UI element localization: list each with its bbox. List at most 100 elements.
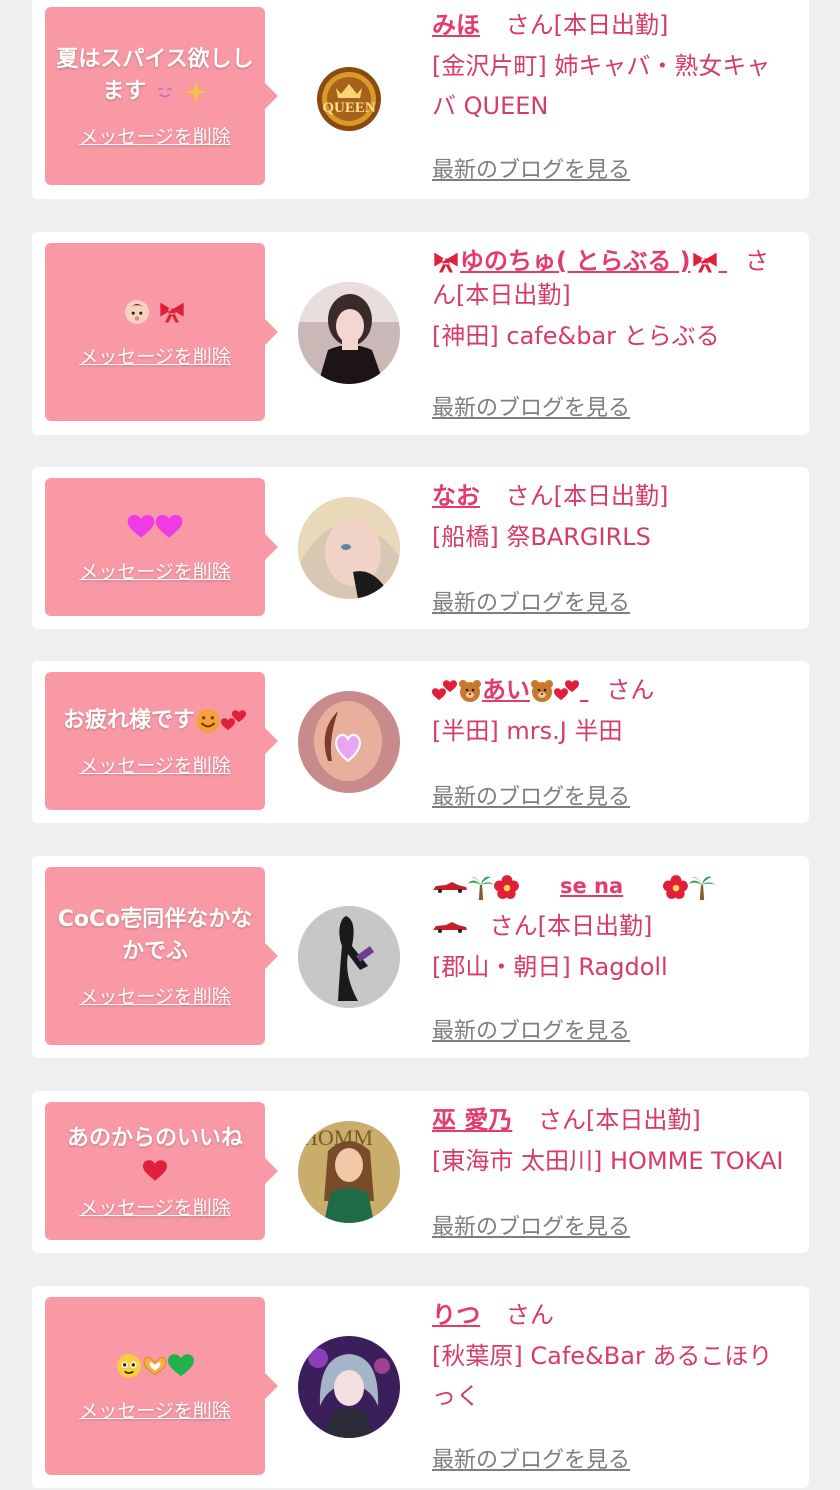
cast-name-line: さん[本日出勤] <box>432 909 792 943</box>
cast-info: se na さん[本日出勤] [郡山・朝日] Ragdoll <box>432 868 792 987</box>
queen-logo-icon: QUEEN <box>317 67 381 131</box>
status-label: [本日出勤] <box>553 11 669 39</box>
shop-info: [郡山・朝日] Ragdoll <box>432 947 792 987</box>
cast-info: あい さん [半田] mrs.J 半田 <box>432 673 792 751</box>
avatar-photo <box>298 497 400 599</box>
status-label: [本日出勤] <box>456 281 571 309</box>
blog-link[interactable]: 最新のブログを見る <box>432 1013 630 1045</box>
delete-message-link[interactable]: メッセージを削除 <box>79 1396 231 1423</box>
hibiscus-icon <box>663 874 689 900</box>
area-label: [郡山・朝日] <box>432 953 571 981</box>
list-item: 夏はスパイス欲しします メッセージを削除 QUEEN みほ さん[本日出勤] [… <box>32 0 809 199</box>
blog-link[interactable]: 最新のブログを見る <box>432 1442 630 1474</box>
avatar-photo <box>298 906 400 1008</box>
avatar-photo: HOMM <box>298 1121 400 1223</box>
cast-name-link[interactable]: se na <box>432 874 715 898</box>
san-label: さん <box>505 11 554 39</box>
shop-name: 祭BARGIRLS <box>506 523 651 551</box>
cast-info: なお さん[本日出勤] [船橋] 祭BARGIRLS <box>432 479 792 557</box>
area-label: [神田] <box>432 322 499 350</box>
cast-info: 巫 愛乃 さん[本日出勤] [東海市 太田川] HOMME TOKAI <box>432 1103 792 1181</box>
avatar-photo <box>298 282 400 384</box>
ribbon-icon <box>432 250 460 274</box>
delete-message-link[interactable]: メッセージを削除 <box>79 751 231 778</box>
shop-info: [船橋] 祭BARGIRLS <box>432 517 792 557</box>
cast-name-line: se na <box>432 868 792 903</box>
blog-link[interactable]: 最新のブログを見る <box>432 585 630 617</box>
cast-name-line: あい さん <box>432 673 792 707</box>
racecar-icon <box>432 921 468 933</box>
san-label: さん <box>505 1301 554 1329</box>
blog-link[interactable]: 最新のブログを見る <box>432 390 630 422</box>
blog-link[interactable]: 最新のブログを見る <box>432 152 630 184</box>
racecar-icon <box>432 881 468 893</box>
holding-back-tears-emoji-icon <box>116 1353 142 1379</box>
two-hearts-icon <box>221 709 246 730</box>
list-item: CoCo壱同伴なかなかでふ メッセージを削除 se na さん[本日出勤] [郡… <box>32 856 809 1058</box>
ribbon-icon <box>691 250 719 274</box>
two-hearts-icon <box>554 680 579 701</box>
delete-message-link[interactable]: メッセージを削除 <box>79 1193 231 1220</box>
avatar[interactable] <box>298 497 400 599</box>
sparkle-icon <box>184 80 208 104</box>
smile-emoji-icon <box>195 708 221 734</box>
blog-link[interactable]: 最新のブログを見る <box>432 1209 630 1241</box>
message-bubble: あのからのいいね メッセージを削除 <box>45 1102 278 1240</box>
list-item: メッセージを削除 ゆのちゅ( とらぶる ) さん[本日出勤] [神田] cafe… <box>32 232 809 435</box>
message-text <box>116 1350 194 1382</box>
cast-info: ゆのちゅ( とらぶる ) さん[本日出勤] [神田] cafe&bar とらぶる <box>432 244 792 356</box>
message-text <box>124 296 186 328</box>
cast-info: りつ さん [秋葉原] Cafe&Bar あるこほりっく <box>432 1298 792 1416</box>
heart-hands-icon <box>142 1353 168 1379</box>
bear-icon <box>458 679 482 703</box>
message-text <box>127 511 183 543</box>
cast-name-link[interactable]: みほ <box>432 11 480 39</box>
cast-name-link[interactable]: あい <box>432 676 588 704</box>
palm-tree-icon <box>689 874 715 900</box>
two-hearts-icon <box>432 680 457 701</box>
avatar[interactable] <box>298 906 400 1008</box>
list-item: メッセージを削除 なお さん[本日出勤] [船橋] 祭BARGIRLS 最新のブ… <box>32 467 809 629</box>
cast-name-link[interactable]: りつ <box>432 1301 480 1329</box>
message-bubble: メッセージを削除 <box>45 1297 278 1475</box>
delete-message-link[interactable]: メッセージを削除 <box>79 557 231 584</box>
green-heart-icon <box>168 1354 194 1378</box>
message-text: CoCo壱同伴なかなかでふ <box>57 906 253 964</box>
heart-icon <box>155 515 183 539</box>
delete-message-link[interactable]: メッセージを削除 <box>79 122 231 149</box>
message-bubble: メッセージを削除 <box>45 478 278 616</box>
cast-name-line: ゆのちゅ( とらぶる ) さん[本日出勤] <box>432 244 792 312</box>
avatar[interactable] <box>298 1336 400 1438</box>
shop-info: [東海市 太田川] HOMME TOKAI <box>432 1141 832 1181</box>
status-label: [本日出勤] <box>586 1106 701 1134</box>
avatar-photo <box>298 1336 400 1438</box>
cast-name-link[interactable]: なお <box>432 482 480 510</box>
heart-icon <box>143 1160 167 1182</box>
cast-name-link[interactable]: 巫 愛乃 <box>432 1106 512 1134</box>
cast-name-line: 巫 愛乃 さん[本日出勤] <box>432 1103 792 1137</box>
list-item: あのからのいいね メッセージを削除 HOMM 巫 愛乃 さん[本日出勤] [東海… <box>32 1091 809 1253</box>
ribbon-icon <box>158 300 186 324</box>
avatar[interactable]: QUEEN <box>298 48 400 150</box>
avatar[interactable] <box>298 691 400 793</box>
message-bubble: CoCo壱同伴なかなかでふ メッセージを削除 <box>45 867 278 1045</box>
shop-name: mrs.J 半田 <box>506 717 623 745</box>
cast-name-line: なお さん[本日出勤] <box>432 479 792 513</box>
status-label: [本日出勤] <box>553 482 669 510</box>
blog-link[interactable]: 最新のブログを見る <box>432 779 630 811</box>
shop-info: [神田] cafe&bar とらぶる <box>432 316 792 356</box>
hibiscus-icon <box>494 874 520 900</box>
palm-tree-icon <box>468 874 494 900</box>
baby-emoji-icon <box>124 299 150 325</box>
cast-name-link[interactable]: ゆのちゅ( とらぶる ) <box>432 247 727 275</box>
avatar[interactable] <box>298 282 400 384</box>
message-bubble: 夏はスパイス欲しします メッセージを削除 <box>45 7 278 185</box>
delete-message-link[interactable]: メッセージを削除 <box>79 982 231 1009</box>
shop-name: HOMME TOKAI <box>610 1147 784 1175</box>
avatar[interactable]: HOMM <box>298 1121 400 1223</box>
cast-name-line: みほ さん[本日出勤] <box>432 8 792 42</box>
message-text: 夏はスパイス欲しします <box>56 46 254 104</box>
san-label: さん <box>538 1106 586 1134</box>
delete-message-link[interactable]: メッセージを削除 <box>79 342 231 369</box>
san-label: さん <box>505 482 554 510</box>
